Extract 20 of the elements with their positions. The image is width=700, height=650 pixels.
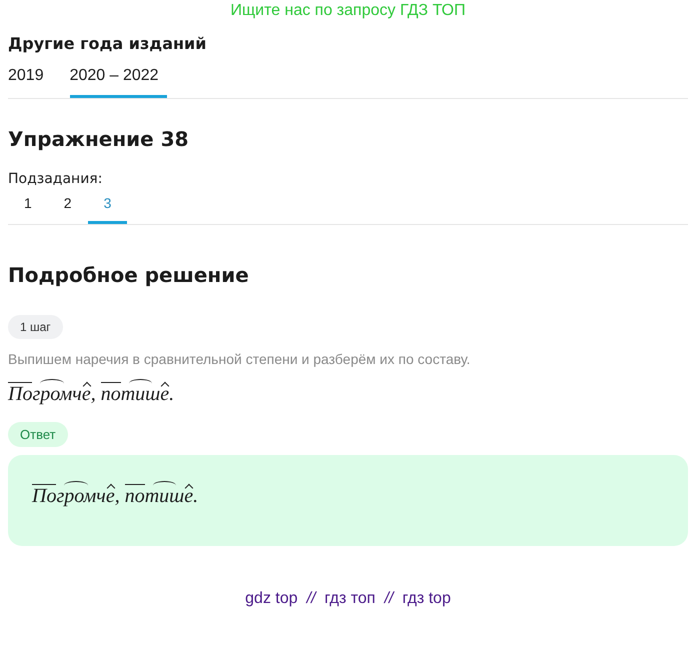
step-badge: 1 шаг <box>8 315 63 339</box>
footer-link[interactable]: гдз top <box>402 590 451 608</box>
exercise-title: Упражнение 38 <box>8 127 189 151</box>
solution-title: Подробное решение <box>8 263 249 287</box>
step-text: Выпишем наречия в сравнительной степени и разберём их по составу. <box>8 351 470 367</box>
answer-badge: Ответ <box>8 422 68 447</box>
separator: // <box>382 590 396 608</box>
subtask-tab[interactable]: 3 <box>88 193 128 224</box>
footer-link[interactable]: гдз топ <box>324 590 376 608</box>
year-tab[interactable]: 2019 <box>8 63 52 98</box>
subtasks-label: Подзадания: <box>8 171 102 187</box>
subtask-tab[interactable]: 1 <box>8 193 48 224</box>
footer-link[interactable]: gdz top <box>245 590 298 608</box>
morpheme-analysis: Погромче, потише. <box>8 377 174 406</box>
section-title: Другие года изданий <box>8 34 206 53</box>
year-tab[interactable]: 2020 – 2022 <box>70 63 167 98</box>
subtask-tab[interactable]: 2 <box>48 193 88 224</box>
answer-text: Погромче, потише. <box>32 479 664 508</box>
separator: // <box>304 590 318 608</box>
promo-text: Ищите нас по запросу ГДЗ ТОП <box>230 2 466 20</box>
